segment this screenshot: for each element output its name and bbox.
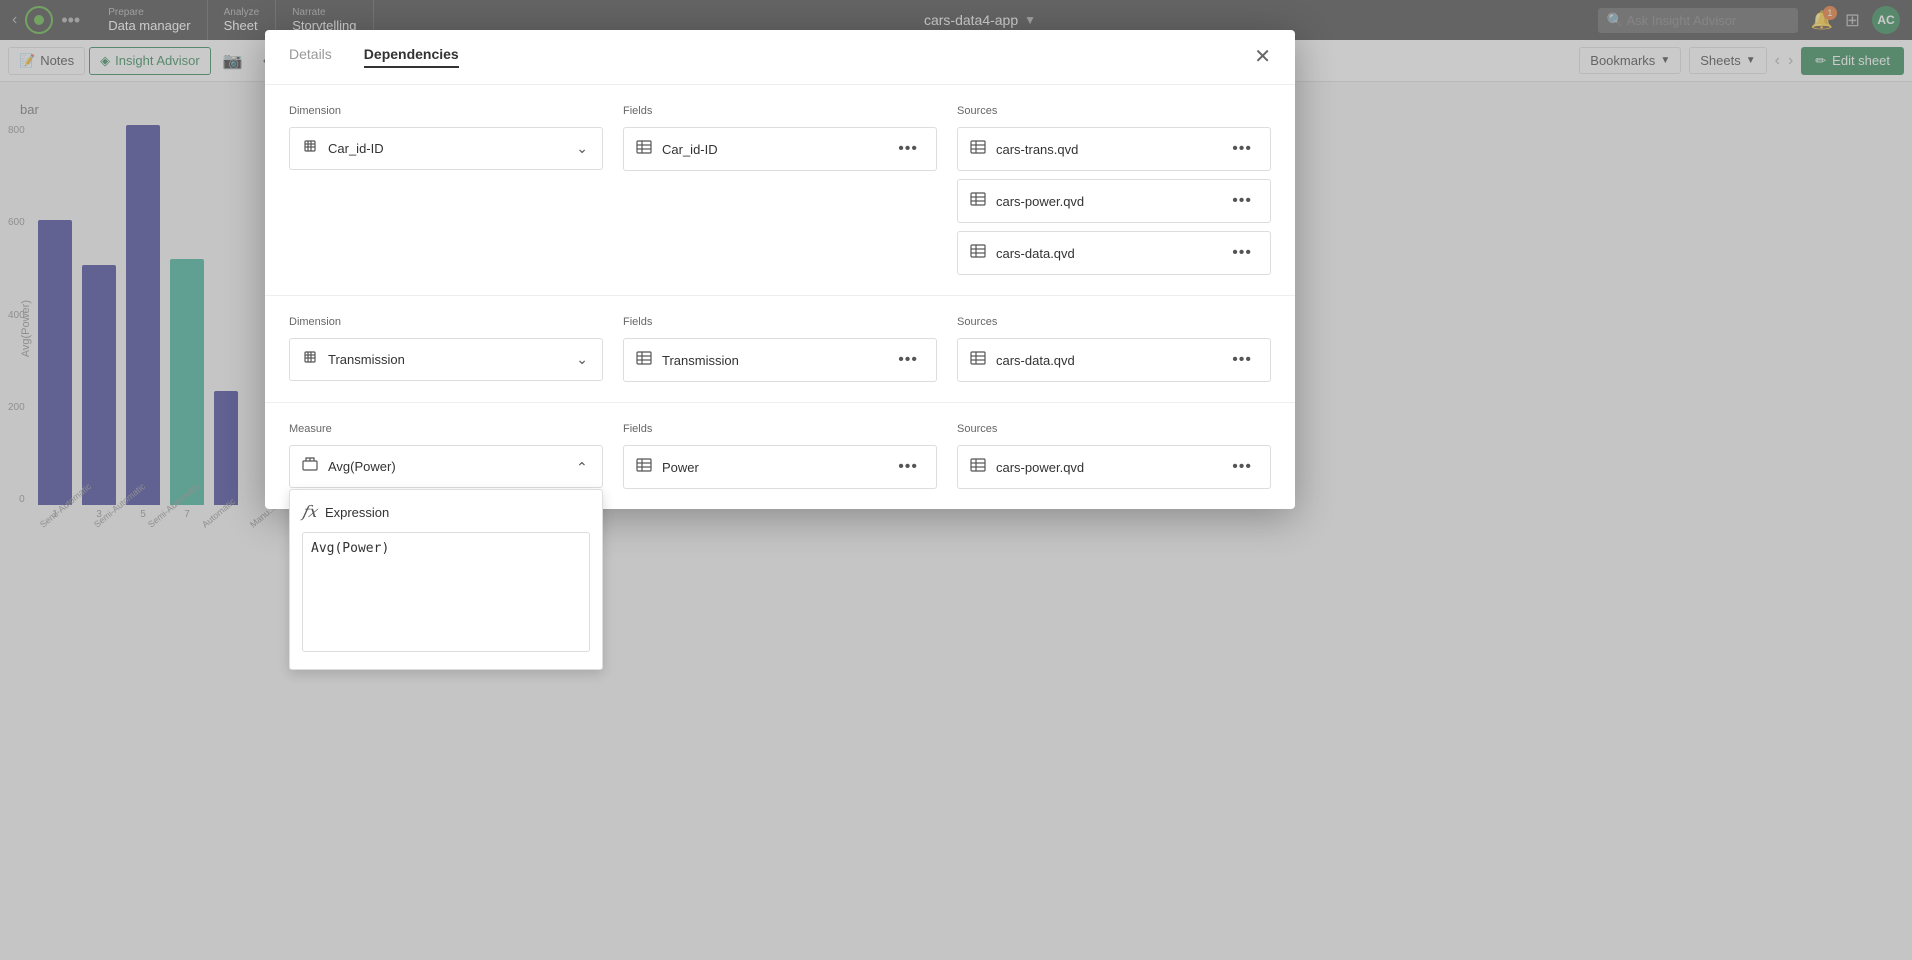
dependencies-modal: Details Dependencies ✕ Dimension — [265, 30, 1295, 509]
table-icon-data1 — [970, 243, 986, 264]
measure-icon — [302, 456, 318, 477]
expression-func-icon: 𝑓𝑥 — [302, 502, 317, 522]
dep-col-sources-3: Sources cars-power.qvd ••• — [957, 423, 1271, 489]
tab-dependencies[interactable]: Dependencies — [364, 46, 459, 68]
expression-textarea[interactable]: Avg(Power) — [302, 532, 590, 652]
modal-body: Dimension Car_id-ID ⌄ — [265, 85, 1295, 509]
measure-card-avgpower: Avg(Power) ⌄ 𝑓𝑥 Expression Avg(Power) — [289, 445, 603, 488]
dep-col-dimension-2: Dimension Transmission ⌄ — [289, 316, 603, 382]
source-card-transmission-data: cars-data.qvd ••• — [957, 338, 1271, 382]
dimension-label-carid: Car_id-ID — [328, 141, 564, 156]
cube-icon-transmission — [302, 349, 318, 370]
fields-menu-power[interactable]: ••• — [892, 456, 924, 478]
expression-header: 𝑓𝑥 Expression — [302, 502, 590, 522]
fields-label-power: Power — [662, 460, 882, 475]
dep-col-fields-3: Fields Power ••• — [623, 423, 937, 489]
expression-label: Expression — [325, 505, 389, 520]
dimension-chevron-carid[interactable]: ⌄ — [574, 138, 590, 159]
source-label-trans: cars-trans.qvd — [996, 142, 1216, 157]
source-menu-data1[interactable]: ••• — [1226, 242, 1258, 264]
dep-col-dimension-1: Dimension Car_id-ID ⌄ — [289, 105, 603, 275]
source-card-carid-power: cars-power.qvd ••• — [957, 179, 1271, 223]
dep-col-fields-1: Fields Car_id-ID ••• — [623, 105, 937, 275]
tab-details[interactable]: Details — [289, 46, 332, 68]
dep-col-fields-2: Fields Transmission ••• — [623, 316, 937, 382]
fields-menu-transmission[interactable]: ••• — [892, 349, 924, 371]
source-menu-trans[interactable]: ••• — [1226, 138, 1258, 160]
measure-chevron-avgpower[interactable]: ⌄ — [574, 456, 590, 477]
source-menu-data2[interactable]: ••• — [1226, 349, 1258, 371]
fields-card-transmission: Transmission ••• — [623, 338, 937, 382]
table-icon-power1 — [970, 191, 986, 212]
dep-col-sources-2: Sources cars-data.qvd ••• — [957, 316, 1271, 382]
modal-close-button[interactable]: ✕ — [1254, 47, 1271, 67]
dep-row-1: Dimension Car_id-ID ⌄ — [265, 85, 1295, 296]
source-label-power1: cars-power.qvd — [996, 194, 1216, 209]
dimension-card-transmission: Transmission ⌄ — [289, 338, 603, 381]
source-menu-power2[interactable]: ••• — [1226, 456, 1258, 478]
source-label-power2: cars-power.qvd — [996, 460, 1216, 475]
modal-tabs: Details Dependencies — [289, 46, 459, 68]
fields-label-carid: Car_id-ID — [662, 142, 882, 157]
modal-header: Details Dependencies ✕ — [265, 30, 1295, 85]
dep-col-sources-1: Sources cars-trans.qvd ••• — [957, 105, 1271, 275]
fields-card-power: Power ••• — [623, 445, 937, 489]
dimension-chevron-transmission[interactable]: ⌄ — [574, 349, 590, 370]
measure-label-avgpower: Avg(Power) — [328, 459, 564, 474]
source-menu-power1[interactable]: ••• — [1226, 190, 1258, 212]
table-icon-trans — [970, 139, 986, 160]
table-icon-field-carid — [636, 139, 652, 160]
dimension-label-transmission: Transmission — [328, 352, 564, 367]
dimension-card-carid: Car_id-ID ⌄ — [289, 127, 603, 170]
fields-label-transmission: Transmission — [662, 353, 882, 368]
dep-row-3: Measure Avg(Power) ⌄ 𝑓𝑥 — [265, 403, 1295, 509]
expression-dropdown: 𝑓𝑥 Expression Avg(Power) — [289, 489, 603, 670]
table-icon-field-power — [636, 457, 652, 478]
table-icon-field-transmission — [636, 350, 652, 371]
fields-menu-carid[interactable]: ••• — [892, 138, 924, 160]
source-label-data1: cars-data.qvd — [996, 246, 1216, 261]
dep-col-measure: Measure Avg(Power) ⌄ 𝑓𝑥 — [289, 423, 603, 489]
table-icon-data2 — [970, 350, 986, 371]
table-icon-power2 — [970, 457, 986, 478]
source-card-power: cars-power.qvd ••• — [957, 445, 1271, 489]
source-label-data2: cars-data.qvd — [996, 353, 1216, 368]
source-card-carid-trans: cars-trans.qvd ••• — [957, 127, 1271, 171]
dep-row-2: Dimension Transmission ⌄ — [265, 296, 1295, 403]
source-card-carid-data: cars-data.qvd ••• — [957, 231, 1271, 275]
cube-icon — [302, 138, 318, 159]
fields-card-carid: Car_id-ID ••• — [623, 127, 937, 171]
